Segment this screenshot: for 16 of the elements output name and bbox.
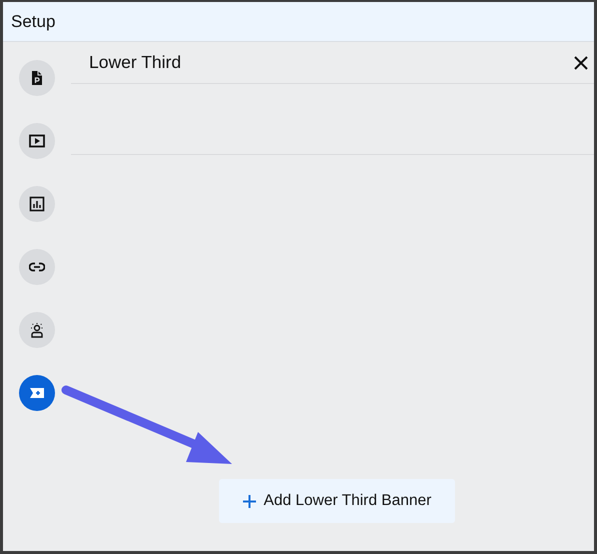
plus-icon (242, 494, 256, 508)
tool-button[interactable] (19, 249, 55, 285)
close-button[interactable] (574, 56, 588, 70)
tool-button[interactable] (19, 123, 55, 159)
add-banner-button[interactable]: Add Lower Third Banner (219, 479, 455, 523)
person-icon (29, 322, 45, 338)
chart-icon (29, 196, 45, 212)
tool-button[interactable] (19, 60, 55, 96)
play-icon (29, 133, 45, 149)
tool-button[interactable] (19, 312, 55, 348)
banner-icon (29, 385, 45, 401)
close-icon (574, 56, 588, 70)
window-title: Setup (11, 10, 56, 33)
tool-button[interactable] (19, 186, 55, 222)
panel-title: Lower Third (89, 51, 182, 74)
document-icon (29, 70, 45, 86)
